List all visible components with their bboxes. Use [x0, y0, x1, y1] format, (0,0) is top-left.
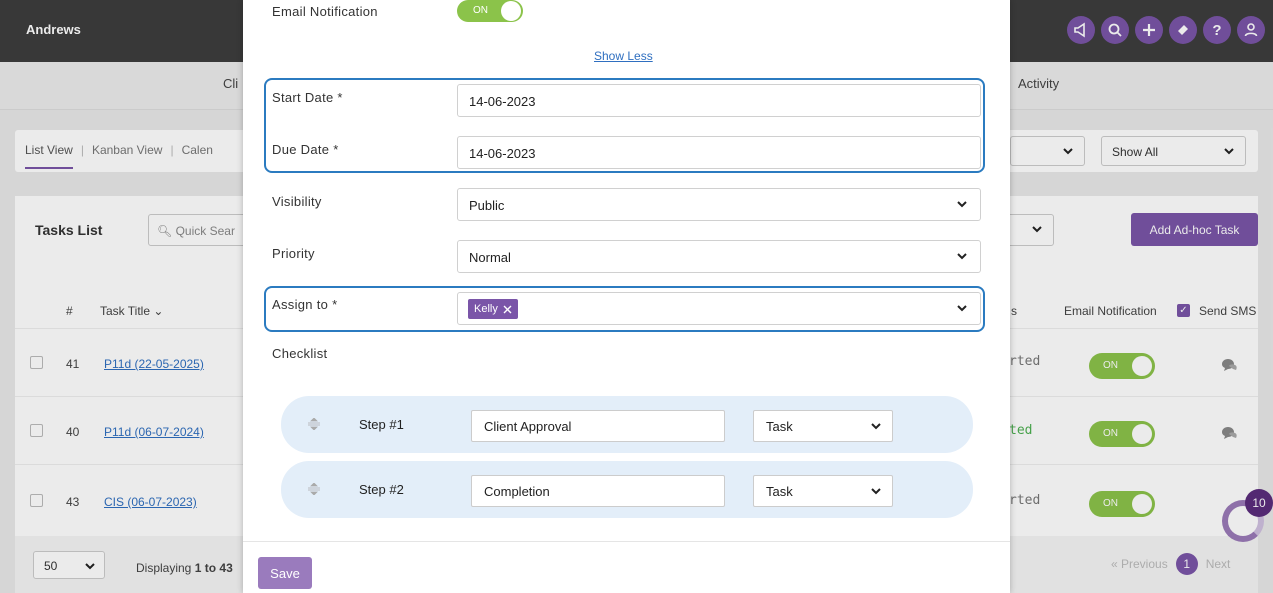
start-date-label: Start Date * — [272, 90, 343, 105]
chevron-down-icon — [956, 250, 968, 262]
chevron-down-icon — [870, 420, 882, 432]
task-edit-modal: Email Notification ON Show Less Start Da… — [243, 0, 1010, 593]
priority-value: Normal — [469, 250, 511, 265]
start-date-input[interactable]: 14-06-2023 — [457, 84, 981, 117]
priority-select[interactable]: Normal — [457, 240, 981, 273]
due-date-label: Due Date * — [272, 142, 339, 157]
save-button[interactable]: Save — [258, 557, 312, 589]
chevron-down-icon — [870, 485, 882, 497]
assignee-name: Kelly — [474, 303, 498, 315]
modal-footer: Save — [243, 541, 1010, 593]
due-date-input[interactable]: 14-06-2023 — [457, 136, 981, 169]
chevron-down-icon — [956, 302, 968, 314]
visibility-select[interactable]: Public — [457, 188, 981, 221]
step-type-value: Task — [766, 419, 793, 434]
step-type-select[interactable]: Task — [753, 410, 893, 442]
visibility-value: Public — [469, 198, 505, 213]
chevron-down-icon — [956, 198, 968, 210]
priority-label: Priority — [272, 246, 315, 261]
checklist-step-row: Step #2 Completion Task — [281, 461, 973, 518]
email-notification-toggle[interactable]: ON — [457, 0, 523, 22]
step-type-select[interactable]: Task — [753, 475, 893, 507]
show-less-link[interactable]: Show Less — [594, 49, 653, 63]
step-label: Step #2 — [359, 482, 404, 497]
drag-handle-icon[interactable] — [307, 418, 321, 430]
assign-to-select[interactable]: Kelly — [457, 292, 981, 325]
drag-handle-icon[interactable] — [307, 483, 321, 495]
close-icon[interactable] — [503, 305, 512, 314]
toggle-label: ON — [473, 5, 488, 16]
step-name-input[interactable]: Completion — [471, 475, 725, 507]
step-name-input[interactable]: Client Approval — [471, 410, 725, 442]
checklist-label: Checklist — [272, 346, 328, 361]
step-label: Step #1 — [359, 417, 404, 432]
assignee-tag: Kelly — [468, 299, 518, 319]
assign-to-label: Assign to * — [272, 297, 338, 312]
checklist-step-row: Step #1 Client Approval Task — [281, 396, 973, 453]
email-notification-label: Email Notification — [272, 4, 378, 19]
toggle-knob — [501, 1, 521, 21]
visibility-label: Visibility — [272, 194, 322, 209]
step-type-value: Task — [766, 484, 793, 499]
